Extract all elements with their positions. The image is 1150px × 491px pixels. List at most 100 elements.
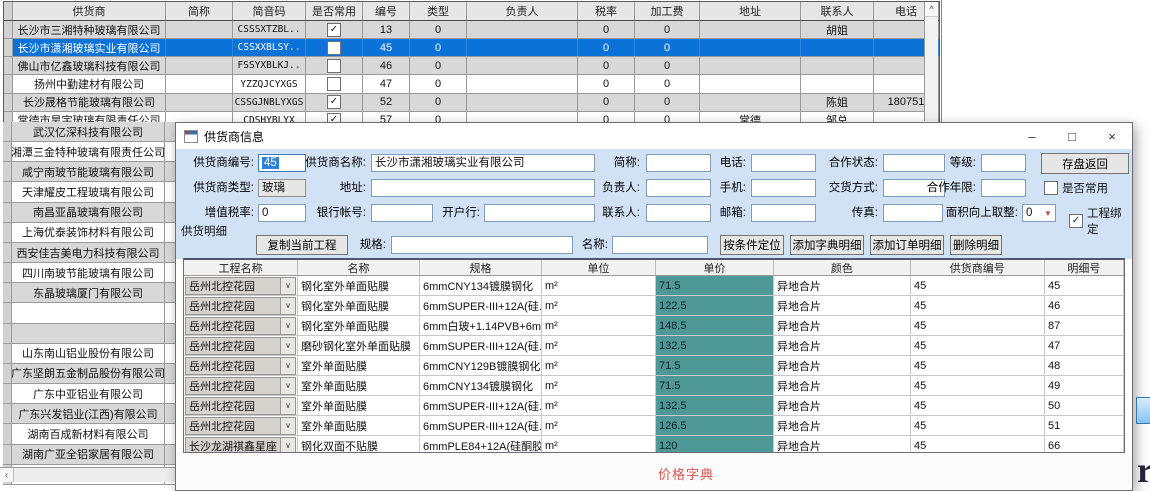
cell-detail_no[interactable]: 49 (1045, 376, 1124, 395)
cell-detail_no[interactable]: 47 (1045, 336, 1124, 355)
mobile-input[interactable] (751, 179, 816, 197)
column-header[interactable]: 规格 (420, 260, 542, 275)
cell-detail_no[interactable]: 48 (1045, 356, 1124, 375)
cell-supplier_no[interactable]: 45 (911, 396, 1045, 415)
cell-abbr[interactable] (166, 75, 233, 92)
cell-fee[interactable]: 0 (635, 39, 700, 56)
cell-supplier_no[interactable]: 45 (911, 336, 1045, 355)
cell-color[interactable]: 异地合片 (774, 436, 911, 453)
cell-contact[interactable] (801, 75, 874, 92)
cell-no[interactable]: 47 (363, 75, 410, 92)
column-header[interactable]: 加工费 (635, 2, 700, 20)
cell-price[interactable]: 122.5 (656, 296, 774, 315)
cell-project[interactable]: 长沙龙湖祺鑫星座∨ (184, 436, 298, 453)
cell-name[interactable]: 四川南玻节能玻璃有限公司 (12, 263, 164, 282)
table-row[interactable]: 佛山市亿鑫玻璃科技有限公司FSSYXBLKJ..46000 (4, 57, 939, 75)
cell-price[interactable]: 71.5 (656, 356, 774, 375)
cell-unit[interactable]: m² (542, 356, 656, 375)
cell-color[interactable]: 异地合片 (774, 356, 911, 375)
table-row[interactable]: 扬州中勤建材有限公司YZZQJCYXGS47000 (4, 75, 939, 93)
cell-name[interactable]: 湖南广亚全铝家居有限公司 (12, 445, 164, 464)
area-round-dropdown[interactable]: 0 ▼ (1022, 204, 1056, 222)
chevron-down-icon[interactable]: ∨ (280, 358, 295, 374)
column-header[interactable]: 工程名称 (184, 260, 298, 275)
cell-name[interactable]: 室外单面贴膜 (298, 376, 420, 395)
cell-name[interactable]: 长沙晟格节能玻璃有限公司 (13, 94, 166, 111)
contact-input[interactable] (646, 204, 711, 222)
list-item[interactable]: 广东坚朗五金制品股份有限公司 (3, 364, 176, 384)
cell-project[interactable]: 岳州北控花园∨ (184, 276, 298, 295)
cell-color[interactable]: 异地合片 (774, 416, 911, 435)
cell-code[interactable]: CSSSXTZBL.. (233, 21, 306, 38)
column-header[interactable]: 联系人 (801, 2, 874, 20)
cell-unit[interactable]: m² (542, 396, 656, 415)
cell-code[interactable]: CSSXXBLSY.. (233, 39, 306, 56)
cell-supplier_no[interactable]: 45 (911, 356, 1045, 375)
cell-name[interactable]: 室外单面贴膜 (298, 396, 420, 415)
cell-name[interactable]: 武汉亿深科技有限公司 (12, 122, 164, 141)
spec-filter-input[interactable] (391, 236, 573, 254)
cell-supplier_no[interactable]: 45 (911, 296, 1045, 315)
column-header[interactable]: 地址 (700, 2, 801, 20)
cell-name[interactable]: 扬州中勤建材有限公司 (13, 75, 166, 92)
list-item[interactable]: 湘潭三金特种玻璃有限责任公司 (3, 142, 176, 162)
cell-fee[interactable]: 0 (635, 94, 700, 111)
list-item[interactable]: 南昌亚晶玻璃有限公司 (3, 203, 176, 223)
cell-owner[interactable] (467, 39, 578, 56)
column-header[interactable]: 明细号 (1045, 260, 1124, 275)
cell-color[interactable]: 异地合片 (774, 336, 911, 355)
owner-input[interactable] (646, 179, 711, 197)
cell-code[interactable]: YZZQJCYXGS (233, 75, 306, 92)
column-header[interactable]: 颜色 (774, 260, 911, 275)
cell-detail_no[interactable]: 66 (1045, 436, 1124, 453)
cell-name[interactable]: 东晶玻璃厦门有限公司 (12, 283, 164, 302)
table-row[interactable]: 岳州北控花园∨钢化室外单面贴膜6mm白玻+1.14PVB+6mm...m²148… (184, 316, 1124, 336)
cell-name[interactable]: 长沙市潇湘玻璃实业有限公司 (13, 39, 166, 56)
add-order-detail-button[interactable]: 添加订单明细 (870, 235, 944, 255)
chevron-down-icon[interactable]: ∨ (280, 418, 295, 434)
cell-type[interactable]: 0 (410, 21, 467, 38)
cell-name[interactable]: 广东中亚铝业有限公司 (12, 384, 164, 403)
cell-common[interactable] (306, 57, 363, 74)
cell-spec[interactable]: 6mmSUPER-III+12A(硅... (420, 296, 542, 315)
table-row[interactable]: 长沙龙湖祺鑫星座∨钢化双面不贴膜6mmPLE84+12A(硅酮胶...m²120… (184, 436, 1124, 453)
cell-no[interactable]: 45 (363, 39, 410, 56)
column-header[interactable]: 税率 (578, 2, 635, 20)
cell-common[interactable]: ✓ (306, 21, 363, 38)
cell-no[interactable]: 52 (363, 94, 410, 111)
cell-name[interactable] (12, 324, 164, 343)
table-row[interactable]: 岳州北控花园∨室外单面贴膜6mmCNY129B镀膜钢化m²71.5异地合片454… (184, 356, 1124, 376)
email-input[interactable] (751, 204, 816, 222)
cell-name[interactable]: 广东兴发铝业(江西)有限公司 (12, 404, 164, 423)
cell-name[interactable]: 钢化室外单面贴膜 (298, 276, 420, 295)
vertical-scrollbar[interactable]: ^ (924, 2, 938, 121)
cell-tax[interactable]: 0 (578, 57, 635, 74)
cell-common[interactable] (306, 39, 363, 56)
common-checkbox[interactable] (327, 77, 341, 91)
cell-name[interactable]: 天津耀皮工程玻璃有限公司 (12, 182, 164, 201)
cell-spec[interactable]: 6mm白玻+1.14PVB+6mm... (420, 316, 542, 335)
cell-owner[interactable] (467, 94, 578, 111)
project-combobox[interactable]: 长沙龙湖祺鑫星座∨ (185, 437, 296, 454)
cell-unit[interactable]: m² (542, 336, 656, 355)
cell-unit[interactable]: m² (542, 296, 656, 315)
cell-common[interactable] (306, 75, 363, 92)
cell-spec[interactable]: 6mmPLE84+12A(硅酮胶... (420, 436, 542, 453)
column-header[interactable]: 单位 (542, 260, 656, 275)
list-item[interactable]: 咸宁南玻节能玻璃有限公司 (3, 162, 176, 182)
cell-name[interactable]: 咸宁南玻节能玻璃有限公司 (12, 162, 164, 181)
cell-name[interactable]: 钢化双面不贴膜 (298, 436, 420, 453)
cell-color[interactable]: 异地合片 (774, 316, 911, 335)
project-combobox[interactable]: 岳州北控花园∨ (185, 417, 296, 435)
common-checkbox[interactable] (327, 41, 341, 55)
table-row[interactable]: 岳州北控花园∨室外单面贴膜6mmSUPER-III+12A(硅...m²126.… (184, 416, 1124, 436)
close-button[interactable]: × (1092, 123, 1132, 149)
list-item[interactable] (3, 303, 176, 323)
cell-color[interactable]: 异地合片 (774, 276, 911, 295)
cell-supplier_no[interactable]: 45 (911, 376, 1045, 395)
cell-project[interactable]: 岳州北控花园∨ (184, 356, 298, 375)
list-item[interactable]: 西安佳吉美电力科技有限公司 (3, 243, 176, 263)
project-combobox[interactable]: 岳州北控花园∨ (185, 337, 296, 355)
cell-addr[interactable] (700, 21, 801, 38)
cell-contact[interactable]: 陈姐 (801, 94, 874, 111)
